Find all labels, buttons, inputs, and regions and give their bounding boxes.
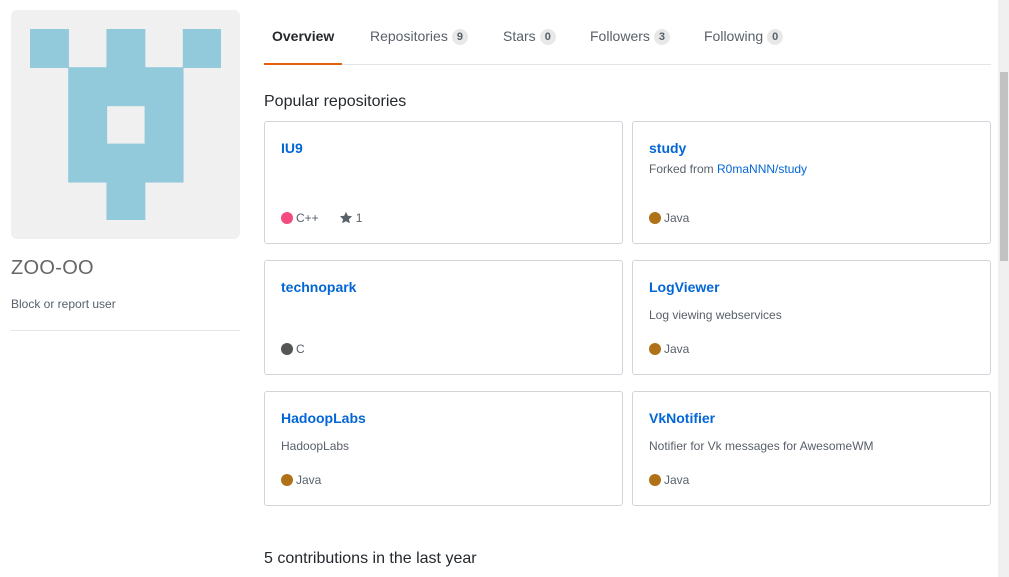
repo-card: LogViewer Log viewing webservices Java (632, 260, 991, 375)
repo-name-link[interactable]: VkNotifier (649, 410, 715, 426)
sidebar-divider (11, 330, 240, 331)
repo-card: IU9 C++ 1 (264, 121, 623, 244)
tab-stars[interactable]: Stars 0 (503, 16, 556, 65)
contributions-title: 5 contributions in the last year (264, 550, 477, 567)
repo-meta: C++ 1 (281, 211, 362, 225)
profile-username: ZOO-OO (11, 257, 94, 279)
identicon-icon (30, 29, 221, 220)
tab-following[interactable]: Following 0 (704, 16, 784, 65)
repo-name-link[interactable]: IU9 (281, 140, 303, 156)
block-report-user-link[interactable]: Block or report user (11, 297, 116, 311)
star-icon (339, 211, 352, 224)
repo-language: C (296, 342, 305, 356)
repo-star-count: 1 (355, 211, 363, 225)
language-dot-icon (281, 212, 293, 224)
repo-meta: Java (649, 211, 689, 225)
repo-language: Java (296, 473, 322, 487)
language-dot-icon (281, 343, 293, 355)
tab-followers[interactable]: Followers 3 (590, 16, 671, 65)
tab-counter: 9 (451, 29, 468, 45)
repo-description: HadoopLabs (281, 439, 350, 453)
scrollbar-thumb[interactable] (1000, 72, 1008, 261)
repo-stars-link[interactable]: 1 (339, 211, 363, 225)
repo-card: study Forked from R0maNNN/study Java (632, 121, 991, 244)
fork-source-link[interactable]: R0maNNN/study (717, 162, 807, 176)
repo-card: HadoopLabs HadoopLabs Java (264, 391, 623, 506)
tab-counter: 0 (767, 29, 784, 45)
repo-card: technopark C (264, 260, 623, 375)
tab-label: Stars (503, 28, 536, 44)
language-dot-icon (649, 343, 661, 355)
repo-language: Java (664, 342, 690, 356)
tab-overview[interactable]: Overview (264, 16, 343, 65)
tab-counter: 0 (539, 29, 556, 45)
repo-name-link[interactable]: technopark (281, 279, 356, 295)
profile-page: ZOO-OO Block or report user Overview Rep… (0, 0, 1009, 577)
repo-description: Log viewing webservices (649, 308, 782, 322)
repo-meta: Java (281, 473, 321, 487)
repo-language: Java (664, 211, 690, 225)
repo-description: Notifier for Vk messages for AwesomeWM (649, 439, 874, 453)
repo-name-link[interactable]: HadoopLabs (281, 410, 366, 426)
tab-label: Repositories (370, 28, 448, 44)
popular-repositories-title: Popular repositories (264, 93, 407, 110)
tab-repositories[interactable]: Repositories 9 (370, 16, 468, 65)
tab-label: Following (704, 28, 764, 44)
tab-label: Followers (590, 28, 650, 44)
profile-tabs: Overview Repositories 9 Stars 0 Followers 3… (264, 16, 991, 65)
repo-meta: Java (649, 342, 689, 356)
tab-counter: 3 (653, 29, 671, 45)
fork-prefix: Forked from (649, 162, 718, 176)
language-dot-icon (281, 474, 293, 486)
repo-name-link[interactable]: study (649, 140, 686, 156)
repo-language: Java (664, 473, 690, 487)
language-dot-icon (649, 212, 661, 224)
language-dot-icon (649, 474, 661, 486)
repo-meta: C (281, 342, 305, 356)
repo-card: VkNotifier Notifier for Vk messages for … (632, 391, 991, 506)
repo-fork-info: Forked from R0maNNN/study (649, 162, 807, 176)
repo-language: C++ (296, 211, 319, 225)
avatar[interactable] (11, 10, 240, 239)
repo-name-link[interactable]: LogViewer (649, 279, 720, 295)
repo-meta: Java (649, 473, 689, 487)
tab-label: Overview (272, 28, 335, 44)
